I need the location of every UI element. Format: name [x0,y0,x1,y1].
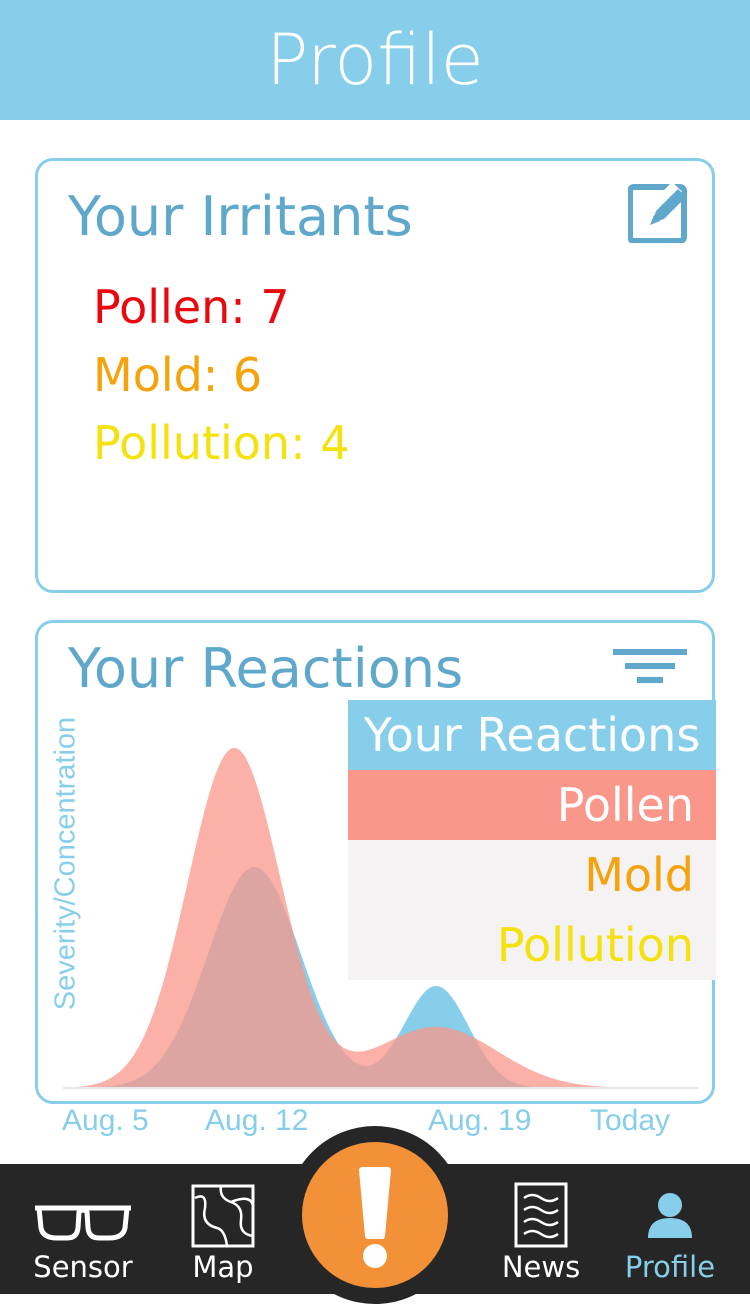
tab-news[interactable]: News [486,1164,596,1294]
x-tick-label: Aug. 19 [428,1104,532,1137]
exclamation-icon [359,1167,391,1268]
irritants-title: Your Irritants [68,185,413,248]
tab-profile[interactable]: Profile [612,1164,728,1294]
alert-button[interactable] [302,1142,448,1288]
page-title: Profile [266,19,484,101]
person-icon [648,1193,692,1238]
newspaper-icon [514,1182,568,1248]
tab-sensor-label: Sensor [33,1250,133,1284]
legend-pollen[interactable]: Pollen [348,770,716,840]
filter-funnel-icon[interactable] [613,647,687,689]
tab-map-label: Map [192,1250,254,1284]
x-tick-label: Aug. 12 [205,1104,309,1137]
irritant-pollution: Pollution: 4 [93,416,350,470]
irritant-pollen: Pollen: 7 [93,280,290,334]
legend-your-reactions[interactable]: Your Reactions [348,700,716,770]
glasses-icon [35,1205,131,1241]
irritant-list: Pollen: 7 Mold: 6 Pollution: 4 [93,273,349,477]
legend-pollution[interactable]: Pollution [348,910,716,980]
irritant-mold: Mold: 6 [93,348,263,402]
tab-map[interactable]: Map [168,1164,278,1294]
legend-mold[interactable]: Mold [348,840,716,910]
header-bar: Profile [0,0,750,120]
irritants-card: Your Irritants Pollen: 7 Mold: 6 Polluti… [35,158,715,593]
y-axis-label: Severity/Concentration [49,716,82,1011]
x-tick-label: Aug. 5 [62,1104,149,1137]
tab-profile-label: Profile [624,1250,716,1284]
reactions-title: Your Reactions [68,637,464,700]
edit-pencil-icon[interactable] [628,179,692,243]
x-tick-label: Today [590,1104,671,1137]
tab-sensor[interactable]: Sensor [18,1164,148,1294]
tab-news-label: News [501,1250,581,1284]
chart-legend: Your Reactions Pollen Mold Pollution [348,700,716,980]
map-icon [191,1184,255,1248]
